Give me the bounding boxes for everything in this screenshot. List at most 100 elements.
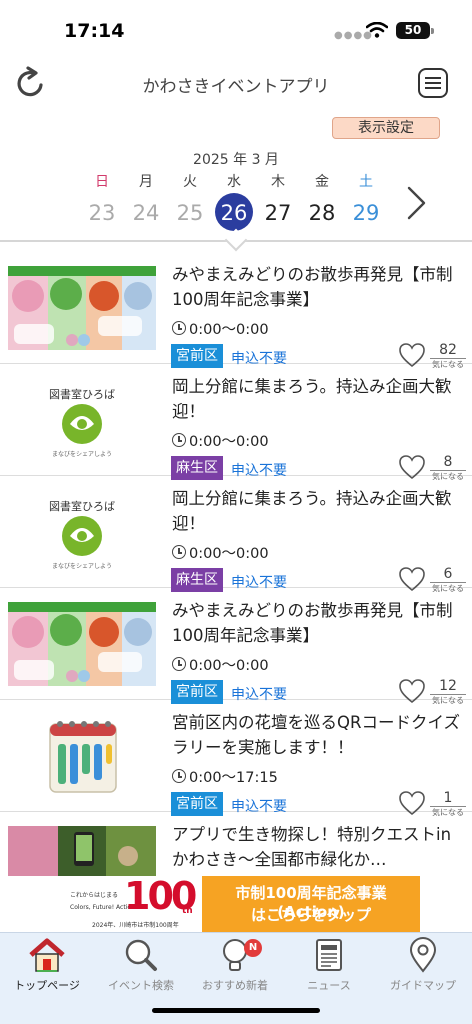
- day-sat[interactable]: 土 29: [346, 172, 386, 232]
- app-title: かわさきイベントアプリ: [142, 77, 330, 97]
- event-thumbnail: [8, 266, 156, 350]
- menu-button[interactable]: [418, 68, 448, 98]
- month-label: 2025 年 3 月: [193, 152, 279, 168]
- search-icon: [125, 939, 157, 971]
- calendar-illustration: [8, 714, 156, 798]
- nav-label: おすすめ新着: [202, 979, 268, 992]
- banner-right-panel: 市制100周年記念事業(Action) はこちらをタップ: [202, 876, 420, 932]
- home-icon: [29, 938, 65, 972]
- nav-news[interactable]: ニュース: [282, 937, 376, 997]
- event-card[interactable]: 図書室ひろば まなびをシェアしよう 岡上分館に集まろう。持込み企画大歓迎！ 0:…: [0, 476, 472, 593]
- event-thumbnail: [8, 602, 156, 686]
- event-title: 宮前区内の花壇を巡るQRコードクイズラリーを実施します！！: [172, 713, 460, 757]
- like-count: 82: [430, 342, 466, 359]
- event-title: アプリで生き物探し！特別クエストinかわさき〜全国都市緑化か…: [172, 825, 452, 869]
- status-bar: 17:14 ●●●● 50: [0, 0, 472, 60]
- like-count: 1: [430, 790, 466, 807]
- map-pin-icon: [409, 937, 437, 973]
- chevron-right-icon[interactable]: [404, 186, 428, 220]
- nav-label: トップページ: [14, 979, 80, 992]
- event-time-text: 0:00〜0:00: [189, 658, 269, 674]
- clock-icon: [172, 657, 186, 671]
- day-of-week: 月: [139, 174, 153, 190]
- menu-line-icon: [425, 82, 441, 84]
- nav-event-search[interactable]: イベント検索: [94, 937, 188, 997]
- event-title: 岡上分館に集まろう。持込み企画大歓迎！: [172, 489, 452, 533]
- day-of-week: 水: [227, 174, 241, 190]
- wifi-icon: [366, 22, 388, 38]
- library-logo-text: 図書室ひろば: [49, 499, 115, 513]
- day-number: 24: [132, 201, 160, 225]
- event-title: みやまえみどりのお散歩再発見【市制100周年記念事業】: [172, 265, 453, 309]
- event-thumbnail: [8, 714, 156, 798]
- day-of-week: 日: [95, 174, 109, 190]
- like-count: 12: [430, 678, 466, 695]
- banner-text: これからはじまる: [70, 892, 119, 899]
- clock-icon: [172, 321, 186, 335]
- day-of-week: 火: [183, 174, 197, 190]
- new-badge: N: [244, 939, 262, 957]
- event-time-text: 0:00〜0:00: [189, 434, 269, 450]
- day-wed-selected[interactable]: 水 26: [214, 172, 254, 232]
- day-number: 27: [264, 201, 292, 225]
- event-thumbnail: [8, 826, 156, 876]
- day-number: 23: [88, 201, 116, 225]
- event-list[interactable]: みやまえみどりのお散歩再発見【市制100周年記念事業】 0:00〜0:00 宮前…: [0, 252, 472, 876]
- like-count: 8: [430, 454, 466, 471]
- event-time: 0:00〜0:00: [172, 318, 269, 339]
- day-of-week: 木: [271, 174, 285, 190]
- day-fri[interactable]: 金 28: [302, 172, 342, 232]
- event-title: みやまえみどりのお散歩再発見【市制100周年記念事業】: [172, 601, 453, 645]
- nav-label: ニュース: [307, 979, 351, 992]
- day-sun[interactable]: 日 23: [82, 172, 122, 232]
- library-logo: 図書室ひろば まなびをシェアしよう: [8, 490, 156, 574]
- day-number: 29: [352, 201, 380, 225]
- clock-icon: [172, 545, 186, 559]
- nav-top-page[interactable]: トップページ: [0, 937, 94, 997]
- library-logo-subtext: まなびをシェアしよう: [52, 450, 112, 458]
- nav-guide-map[interactable]: ガイドマップ: [376, 937, 470, 997]
- centennial-banner[interactable]: これからはじまる Colors, Future! Actions 2024年、川…: [52, 876, 420, 932]
- day-mon[interactable]: 月 24: [126, 172, 166, 232]
- event-time: 0:00〜0:00: [172, 654, 269, 675]
- battery-icon: 50: [396, 22, 434, 39]
- event-time: 0:00〜0:00: [172, 542, 269, 563]
- clock-icon: [172, 769, 186, 783]
- home-indicator: [152, 1008, 320, 1013]
- event-time-text: 0:00〜0:00: [189, 546, 269, 562]
- banner-th: th: [182, 906, 193, 916]
- calendar-pointer: [224, 228, 248, 252]
- menu-line-icon: [425, 77, 441, 79]
- display-settings-button[interactable]: 表示設定: [332, 117, 440, 139]
- forest-illustration: [8, 266, 156, 350]
- event-card[interactable]: みやまえみどりのお散歩再発見【市制100周年記念事業】 0:00〜0:00 宮前…: [0, 588, 472, 705]
- library-logo-text: 図書室ひろば: [49, 387, 115, 401]
- banner-cta: はこちらをタップ: [250, 906, 371, 924]
- forest-illustration: [8, 602, 156, 686]
- day-tue[interactable]: 火 25: [170, 172, 210, 232]
- banner-left-panel: これからはじまる Colors, Future! Actions 2024年、川…: [52, 876, 202, 932]
- newspaper-icon: [316, 939, 342, 971]
- nav-label: ガイドマップ: [390, 979, 456, 992]
- event-time: 0:00〜17:15: [172, 766, 278, 787]
- event-card[interactable]: 宮前区内の花壇を巡るQRコードクイズラリーを実施します！！ 0:00〜17:15…: [0, 700, 472, 817]
- day-number: 28: [308, 201, 336, 225]
- nature-photo: [8, 826, 156, 876]
- event-card[interactable]: アプリで生き物探し！特別クエストinかわさき〜全国都市緑化か…: [0, 812, 472, 876]
- event-thumbnail: 図書室ひろば まなびをシェアしよう: [8, 490, 156, 574]
- nav-label: イベント検索: [108, 979, 174, 992]
- nav-recommended[interactable]: N おすすめ新着: [188, 937, 282, 997]
- day-number: 26: [220, 201, 248, 225]
- event-card[interactable]: 図書室ひろば まなびをシェアしよう 岡上分館に集まろう。持込み企画大歓迎！ 0:…: [0, 364, 472, 481]
- day-of-week: 土: [359, 174, 373, 190]
- event-time: 0:00〜0:00: [172, 430, 269, 451]
- library-logo-subtext: まなびをシェアしよう: [52, 562, 112, 570]
- banner-text: 2024年、川崎市は市制100周年: [92, 922, 179, 929]
- event-time-text: 0:00〜0:00: [189, 322, 269, 338]
- clock-icon: [172, 433, 186, 447]
- event-card[interactable]: みやまえみどりのお散歩再発見【市制100周年記念事業】 0:00〜0:00 宮前…: [0, 252, 472, 369]
- status-time: 17:14: [64, 20, 125, 42]
- day-thu[interactable]: 木 27: [258, 172, 298, 232]
- like-count: 6: [430, 566, 466, 583]
- event-time-text: 0:00〜17:15: [189, 770, 278, 786]
